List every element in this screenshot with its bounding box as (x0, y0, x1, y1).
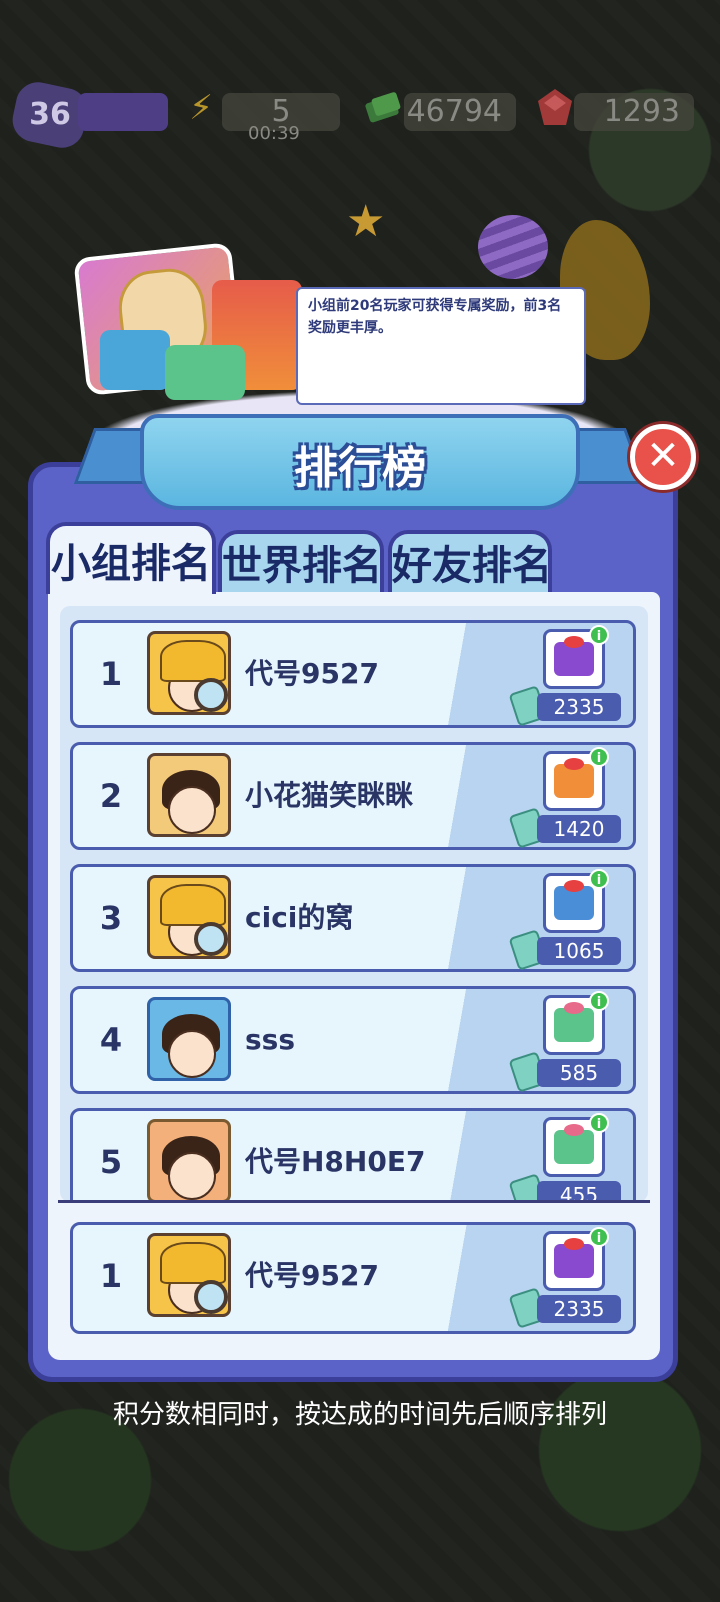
ranking-list[interactable]: 1 代号9527 i 2335 2 小花猫笑眯眯 i 1420 3 cici的窝… (60, 606, 648, 1202)
decorated-avatar[interactable] (147, 1119, 231, 1202)
rank-number: 4 (99, 1021, 123, 1059)
avatar-face (168, 1030, 216, 1078)
avatar-hat (160, 1242, 226, 1284)
detective-avatar[interactable] (147, 875, 231, 959)
my-player-name: 代号9527 (245, 1259, 379, 1292)
tab-group-rank[interactable]: 小组排名 (46, 522, 216, 594)
player-name: sss (245, 1023, 295, 1056)
gift-bow-icon (564, 758, 584, 770)
planet-decoration (478, 215, 548, 279)
xp-bar (78, 93, 168, 131)
player-score: 585 (537, 1059, 621, 1087)
avatar-face (168, 1152, 216, 1200)
rank-number: 1 (99, 655, 123, 693)
info-icon[interactable]: i (589, 747, 609, 767)
avatar-hat (160, 640, 226, 682)
star-icon: ★ (346, 196, 386, 247)
gift-bow-icon (564, 636, 584, 648)
gift-box-decoration (100, 330, 170, 390)
list-divider (58, 1200, 650, 1203)
girl-avatar[interactable] (147, 753, 231, 837)
info-icon[interactable]: i (589, 991, 609, 1011)
ranking-row[interactable]: 3 cici的窝 i 1065 (70, 864, 636, 972)
rank-number: 5 (99, 1143, 123, 1181)
cash-value: 46794 (404, 93, 516, 131)
detective-avatar[interactable] (147, 631, 231, 715)
player-name: 小花猫笑眯眯 (245, 779, 414, 812)
gem-value: 1293 (574, 93, 694, 131)
avatar-face (168, 786, 216, 834)
gift-box-decoration (165, 345, 245, 400)
lightning-icon: ⚡ (189, 88, 213, 128)
player-score: 1065 (537, 937, 621, 965)
ranking-row[interactable]: 1 代号9527 i 2335 (70, 620, 636, 728)
gift-bow-icon (564, 1124, 584, 1136)
magnifier-icon (194, 678, 228, 712)
info-icon[interactable]: i (589, 869, 609, 889)
ranking-row[interactable]: 2 小花猫笑眯眯 i 1420 (70, 742, 636, 850)
ruby-gem-icon[interactable] (532, 85, 578, 131)
avatar-hat (160, 884, 226, 926)
close-button[interactable]: ✕ (630, 424, 696, 490)
magnifier-icon (194, 922, 228, 956)
info-icon[interactable]: i (589, 1227, 609, 1247)
player-score: 2335 (537, 693, 621, 721)
level-badge[interactable]: 36 (8, 78, 92, 152)
level-number: 36 (29, 97, 71, 132)
resource-bar: 36 ⚡ 5 00:39 46794 1293 (0, 78, 720, 152)
gift-bow-icon (564, 1002, 584, 1014)
magnifier-icon (194, 1280, 228, 1314)
my-rank-number: 1 (99, 1257, 123, 1295)
my-rank-row[interactable]: 1 代号9527 i 2335 (70, 1222, 636, 1334)
player-name: 代号9527 (245, 657, 379, 690)
gift-bow-icon (564, 1238, 584, 1250)
tab-friend-rank[interactable]: 好友排名 (388, 530, 552, 594)
rank-number: 2 (99, 777, 123, 815)
energy-timer: 00:39 (248, 123, 300, 144)
player-name: 代号H8H0E7 (245, 1145, 426, 1178)
player-name: cici的窝 (245, 901, 354, 934)
panel-title: 排行榜 (294, 443, 426, 494)
ranking-row[interactable]: 4 sss i 585 (70, 986, 636, 1094)
info-icon[interactable]: i (589, 1113, 609, 1133)
reward-tip-bubble: 小组前20名玩家可获得专属奖励，前3名奖励更丰厚。 (296, 287, 586, 405)
tab-world-rank[interactable]: 世界排名 (218, 530, 384, 594)
rank-number: 3 (99, 899, 123, 937)
player-score: 455 (537, 1181, 621, 1202)
close-icon: ✕ (646, 433, 680, 479)
cash-icon[interactable] (360, 85, 406, 131)
my-player-score: 2335 (537, 1295, 621, 1323)
game-frame-avatar[interactable] (147, 997, 231, 1081)
player-score: 1420 (537, 815, 621, 843)
info-icon[interactable]: i (589, 625, 609, 645)
tie-break-note: 积分数相同时，按达成的时间先后顺序排列 (112, 1400, 607, 1430)
ranking-row[interactable]: 5 代号H8H0E7 i 455 (70, 1108, 636, 1202)
detective-avatar[interactable] (147, 1233, 231, 1317)
gift-bow-icon (564, 880, 584, 892)
